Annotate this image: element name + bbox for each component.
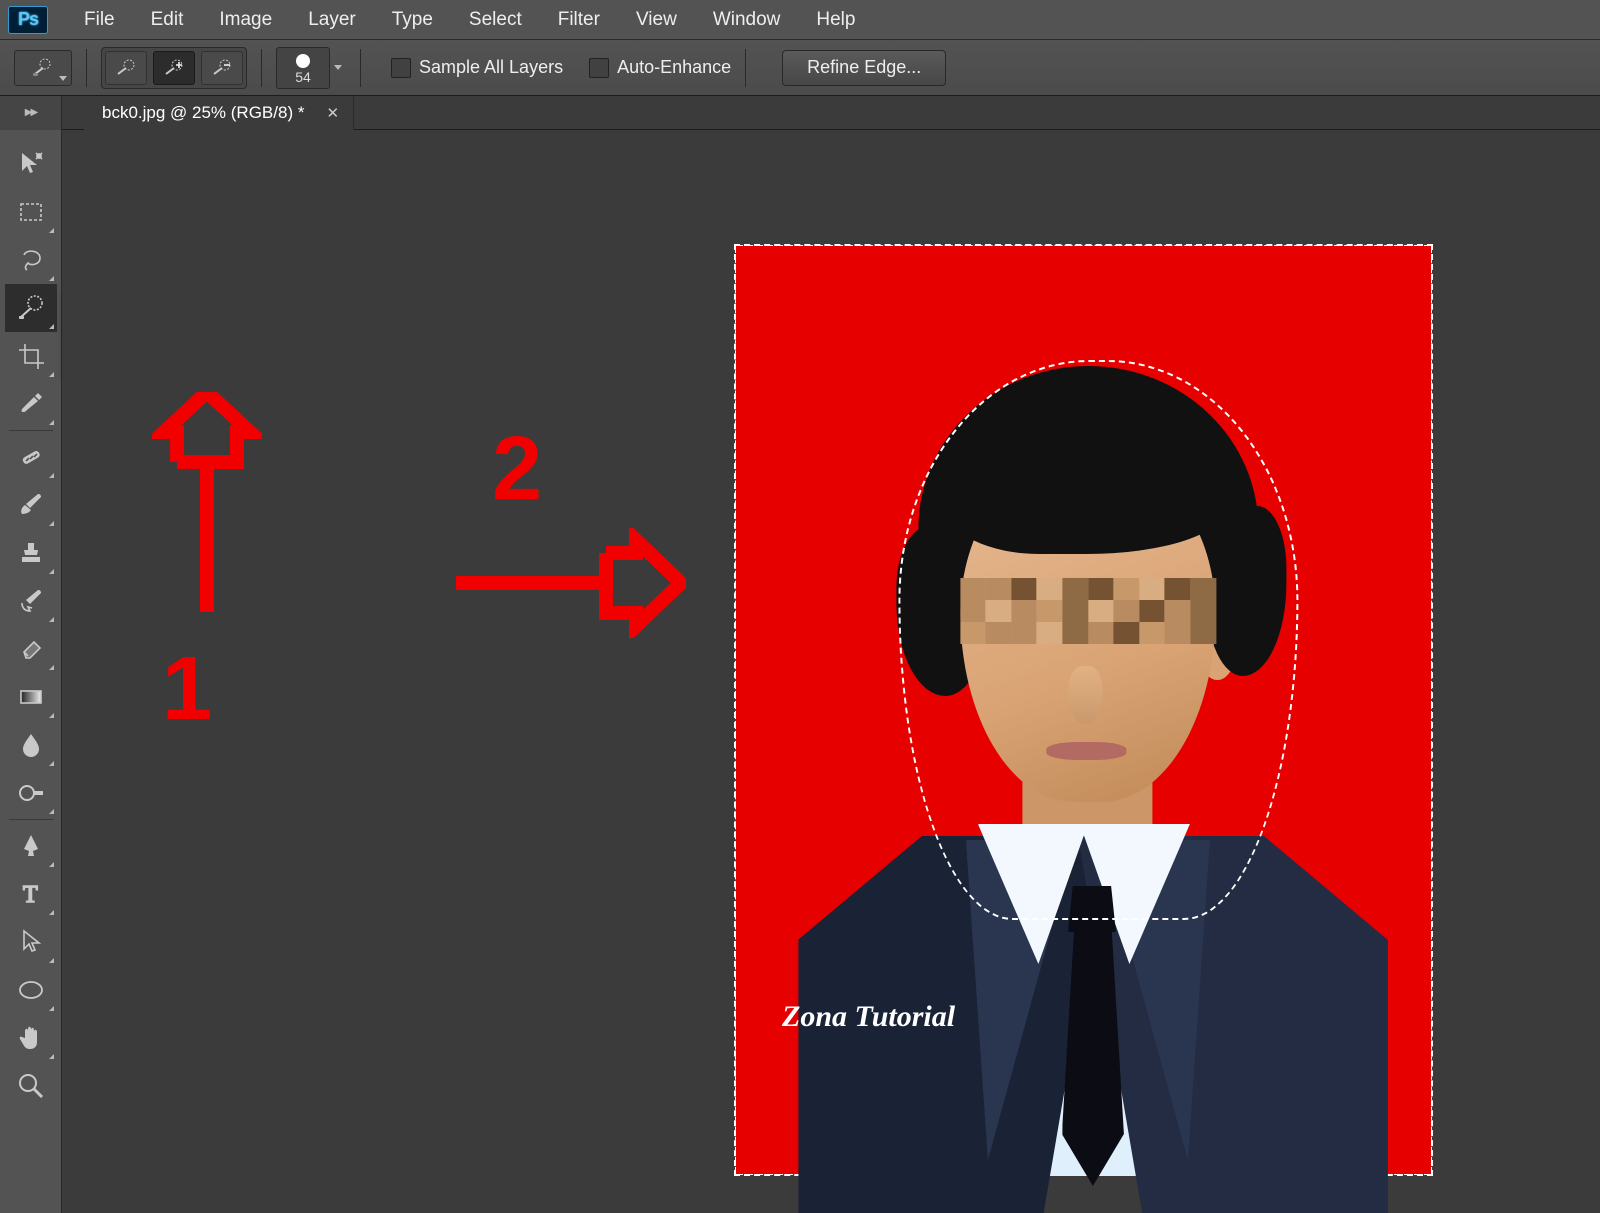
shape-tool[interactable] xyxy=(5,966,57,1014)
menu-bar: Ps File Edit Image Layer Type Select Fil… xyxy=(0,0,1600,40)
move-tool[interactable] xyxy=(5,140,57,188)
annotation-arrow-2 xyxy=(456,528,686,638)
menu-file[interactable]: File xyxy=(66,3,133,37)
menu-window[interactable]: Window xyxy=(695,3,799,37)
document-tab[interactable]: bck0.jpg @ 25% (RGB/8) * ✕ xyxy=(84,96,354,130)
new-selection-button[interactable] xyxy=(105,51,147,85)
auto-enhance-checkbox[interactable]: Auto-Enhance xyxy=(589,57,731,78)
eraser-tool[interactable] xyxy=(5,625,57,673)
pen-tool[interactable] xyxy=(5,822,57,870)
healing-brush-tool[interactable] xyxy=(5,433,57,481)
eyedropper-tool[interactable] xyxy=(5,380,57,428)
document-canvas[interactable]: Zona Tutorial xyxy=(735,245,1432,1175)
options-bar: 54 Sample All Layers Auto-Enhance Refine… xyxy=(0,40,1600,96)
hand-tool[interactable] xyxy=(5,1014,57,1062)
tools-panel: T xyxy=(0,130,62,1213)
blur-tool[interactable] xyxy=(5,721,57,769)
history-brush-tool[interactable] xyxy=(5,577,57,625)
menu-filter[interactable]: Filter xyxy=(540,3,618,37)
brush-dropdown[interactable] xyxy=(330,47,346,89)
marquee-tool[interactable] xyxy=(5,188,57,236)
clone-stamp-tool[interactable] xyxy=(5,529,57,577)
refine-edge-button[interactable]: Refine Edge... xyxy=(782,50,946,86)
gradient-tool[interactable] xyxy=(5,673,57,721)
selection-mode-group xyxy=(101,47,247,89)
document-tab-strip: ▶▶ bck0.jpg @ 25% (RGB/8) * ✕ xyxy=(0,96,1600,130)
annotation-number-1: 1 xyxy=(162,638,212,741)
lasso-tool[interactable] xyxy=(5,236,57,284)
svg-text:T: T xyxy=(23,882,38,908)
crop-tool[interactable] xyxy=(5,332,57,380)
app-logo: Ps xyxy=(8,6,48,34)
brush-tool[interactable] xyxy=(5,481,57,529)
annotation-number-2: 2 xyxy=(492,418,542,521)
type-tool[interactable]: T xyxy=(5,870,57,918)
sample-all-layers-checkbox[interactable]: Sample All Layers xyxy=(391,57,563,78)
menu-layer[interactable]: Layer xyxy=(290,3,374,37)
menu-type[interactable]: Type xyxy=(374,3,451,37)
menu-view[interactable]: View xyxy=(618,3,695,37)
dodge-tool[interactable] xyxy=(5,769,57,817)
brush-preset-picker[interactable]: 54 xyxy=(276,47,330,89)
menu-image[interactable]: Image xyxy=(201,3,290,37)
work-area: T Quick Selection Tool W xyxy=(0,130,1600,1213)
quick-select-icon xyxy=(40,59,50,69)
add-to-selection-button[interactable] xyxy=(153,51,195,85)
subtract-from-selection-button[interactable] xyxy=(201,51,243,85)
brush-preview-icon xyxy=(296,54,310,68)
expand-panels-handle[interactable]: ▶▶ xyxy=(0,96,62,130)
menu-select[interactable]: Select xyxy=(451,3,540,37)
zoom-tool[interactable] xyxy=(5,1062,57,1110)
brush-size-value: 54 xyxy=(295,70,311,84)
quick-selection-tool[interactable] xyxy=(5,284,57,332)
menu-edit[interactable]: Edit xyxy=(133,3,202,37)
tool-preset-picker[interactable] xyxy=(14,50,72,86)
path-selection-tool[interactable] xyxy=(5,918,57,966)
watermark-text: Zona Tutorial xyxy=(782,1000,955,1034)
portrait-image xyxy=(858,366,1328,1176)
document-tab-title: bck0.jpg @ 25% (RGB/8) * xyxy=(102,103,304,123)
tab-close-icon[interactable]: ✕ xyxy=(326,104,339,122)
canvas-zone[interactable]: 1 2 xyxy=(62,130,1600,1213)
pixelated-eyes xyxy=(960,578,1216,644)
menu-help[interactable]: Help xyxy=(798,3,873,37)
annotation-arrow-1 xyxy=(152,392,262,612)
